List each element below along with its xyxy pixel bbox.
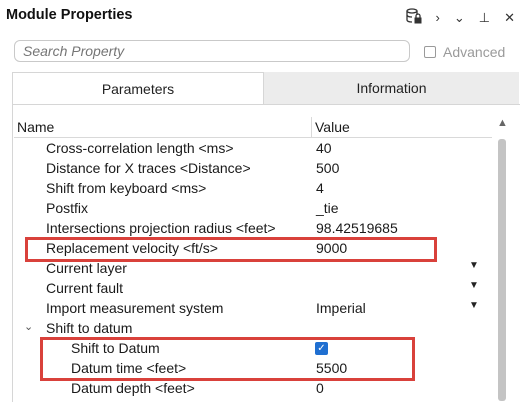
highlight-box-replacement-velocity xyxy=(25,237,437,262)
titlebar-icons: › ⌄ ⊥ ✕ xyxy=(405,8,515,28)
property-value[interactable]: 0 xyxy=(316,380,324,396)
property-name: Current layer xyxy=(46,260,127,276)
chevron-down-icon[interactable]: ⌄ xyxy=(454,10,465,26)
search-row: Advanced xyxy=(0,36,521,68)
property-value[interactable]: 4 xyxy=(316,180,324,196)
advanced-label: Advanced xyxy=(443,44,506,60)
property-value[interactable]: 98.42519685 xyxy=(316,220,398,236)
property-row[interactable]: Distance for X traces <Distance> 500 xyxy=(14,158,492,178)
property-row[interactable]: Datum depth <feet> 0 xyxy=(14,378,492,398)
tab-information[interactable]: Information xyxy=(264,72,519,104)
property-name: Postfix xyxy=(46,200,89,216)
dropdown-arrow-icon[interactable]: ▼ xyxy=(469,280,479,291)
search-property-input[interactable] xyxy=(14,40,410,62)
property-row[interactable]: Current fault ▼ xyxy=(14,278,492,298)
property-name: Import measurement system xyxy=(46,300,224,316)
database-lock-icon[interactable] xyxy=(405,8,422,28)
property-value[interactable]: 40 xyxy=(316,140,332,156)
property-name: Shift from keyboard <ms> xyxy=(46,180,207,196)
advanced-toggle[interactable]: Advanced xyxy=(424,44,505,60)
property-row[interactable]: Postfix _tie xyxy=(14,198,492,218)
tab-parameters[interactable]: Parameters xyxy=(12,72,264,104)
scroll-up-icon[interactable]: ▲ xyxy=(497,117,508,129)
column-separator[interactable] xyxy=(311,117,312,137)
property-group-name: Shift to datum xyxy=(46,320,133,336)
scrollbar-thumb[interactable] xyxy=(498,139,506,401)
property-name: Distance for X traces <Distance> xyxy=(46,160,251,176)
column-header-name[interactable]: Name xyxy=(17,119,54,135)
panel-titlebar: Module Properties › ⌄ ⊥ ✕ xyxy=(0,0,521,34)
panel-title: Module Properties xyxy=(6,7,133,23)
property-row[interactable]: Cross-correlation length <ms> 40 xyxy=(14,138,492,158)
expand-chevron-icon[interactable]: ⌄ xyxy=(24,320,33,333)
property-value[interactable]: Imperial xyxy=(316,300,366,316)
grid-header: Name Value xyxy=(14,117,492,138)
property-value[interactable]: 500 xyxy=(316,160,339,176)
property-name: Current fault xyxy=(46,280,124,296)
property-row[interactable]: Import measurement system Imperial ▼ xyxy=(14,298,492,318)
property-name: Cross-correlation length <ms> xyxy=(46,140,234,156)
property-name: Intersections projection radius <feet> xyxy=(46,220,276,236)
dropdown-arrow-icon[interactable]: ▼ xyxy=(469,300,479,311)
property-name: Datum depth <feet> xyxy=(71,380,195,396)
property-row[interactable]: Intersections projection radius <feet> 9… xyxy=(14,218,492,238)
property-row[interactable]: Shift from keyboard <ms> 4 xyxy=(14,178,492,198)
dropdown-arrow-icon[interactable]: ▼ xyxy=(469,260,479,271)
vertical-scrollbar[interactable]: ▲ xyxy=(492,117,514,401)
property-group-row[interactable]: ⌄ Shift to datum xyxy=(14,318,492,338)
highlight-box-shift-to-datum xyxy=(40,337,415,381)
column-header-value[interactable]: Value xyxy=(315,119,350,135)
close-icon[interactable]: ✕ xyxy=(504,10,515,26)
tab-bar: Parameters Information xyxy=(12,72,519,104)
advanced-checkbox[interactable] xyxy=(424,46,436,58)
pin-icon[interactable]: ⊥ xyxy=(479,10,490,26)
property-value[interactable]: _tie xyxy=(316,200,339,216)
chevron-right-icon[interactable]: › xyxy=(436,10,440,26)
